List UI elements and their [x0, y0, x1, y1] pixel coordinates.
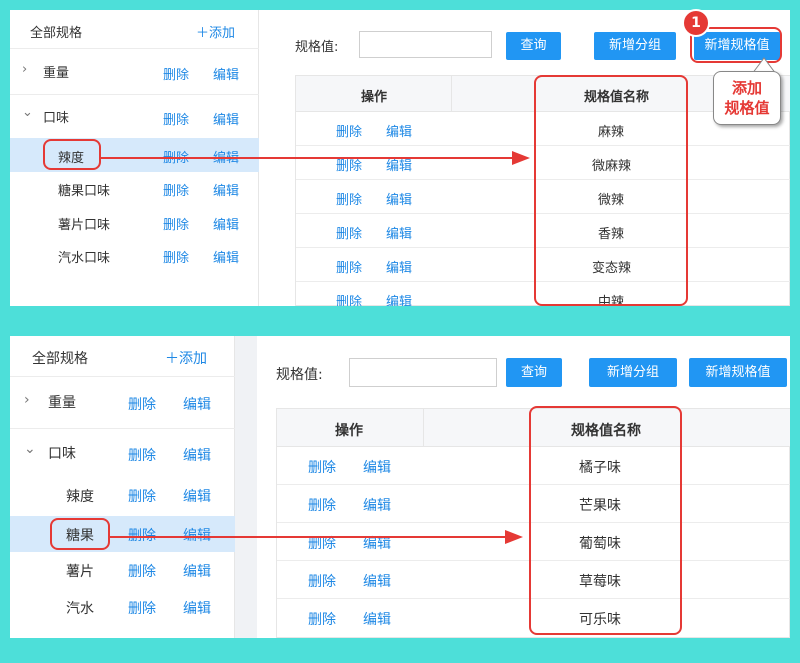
plus-icon: ＋ [165, 351, 179, 367]
row-delete-link[interactable]: 删除 [308, 495, 336, 515]
tree-label: 重量 [43, 66, 70, 81]
tree-label: 重量 [48, 395, 76, 411]
sidebar-header: 全部规格 [30, 26, 83, 41]
tree-label: 辣度 [66, 489, 94, 505]
spec-value-input[interactable] [349, 358, 497, 387]
tree-row-soda[interactable]: 汽水 删除 编辑 [10, 598, 235, 622]
query-button[interactable]: 查询 [506, 32, 561, 60]
tree-row-spicy[interactable]: 辣度 删除 编辑 [10, 486, 235, 510]
delete-link[interactable]: 删除 [128, 445, 156, 465]
tree-row-flavor[interactable]: ⌄ 口味 删除 编辑 [10, 105, 259, 129]
highlight-value-column-bottom [529, 406, 682, 635]
row-delete-link[interactable]: 删除 [336, 257, 362, 276]
delete-link[interactable]: 删除 [128, 486, 156, 506]
delete-link[interactable]: 删除 [163, 180, 189, 199]
spec-value-label: 规格值: [295, 40, 339, 55]
tree-row-candy[interactable]: 糖果口味 删除 编辑 [10, 180, 259, 202]
row-edit-link[interactable]: 编辑 [363, 571, 391, 591]
callout-line: 添加 [731, 79, 762, 97]
new-group-button[interactable]: 新增分组 [594, 32, 676, 60]
divider [10, 376, 235, 377]
add-spec-button[interactable]: ＋添加 [196, 22, 235, 41]
row-edit-link[interactable]: 编辑 [386, 257, 412, 276]
edit-link[interactable]: 编辑 [183, 598, 211, 618]
row-delete-link[interactable]: 删除 [336, 223, 362, 242]
highlight-candy-node [50, 518, 110, 550]
tree-label: 口味 [43, 111, 70, 126]
add-label: 添加 [209, 26, 236, 41]
divider [10, 94, 259, 95]
row-edit-link[interactable]: 编辑 [363, 457, 391, 477]
spec-sidebar: 全部规格 ＋添加 › 重量 删除 编辑 ⌄ 口味 删除 编辑 辣度 删除 编辑 … [10, 336, 235, 638]
delete-link[interactable]: 删除 [128, 598, 156, 618]
row-delete-link[interactable]: 删除 [336, 291, 362, 306]
edit-link[interactable]: 编辑 [213, 109, 239, 128]
row-delete-link[interactable]: 删除 [336, 121, 362, 140]
tree-row-weight[interactable]: › 重量 删除 编辑 [10, 62, 259, 84]
row-edit-link[interactable]: 编辑 [386, 291, 412, 306]
delete-link[interactable]: 删除 [128, 561, 156, 581]
row-delete-link[interactable]: 删除 [308, 571, 336, 591]
edit-link[interactable]: 编辑 [183, 486, 211, 506]
row-edit-link[interactable]: 编辑 [386, 223, 412, 242]
tree-label: 口味 [48, 446, 76, 462]
tree-row-weight[interactable]: › 重量 删除 编辑 [10, 392, 235, 416]
col-divider [423, 409, 424, 447]
row-edit-link[interactable]: 编辑 [386, 189, 412, 208]
callout-line: 规格值 [724, 99, 770, 117]
new-group-button[interactable]: 新增分组 [589, 358, 677, 387]
edit-link[interactable]: 编辑 [183, 445, 211, 465]
sidebar-header: 全部规格 [32, 351, 88, 367]
tree-row-soda[interactable]: 汽水口味 删除 编辑 [10, 247, 259, 269]
edit-link[interactable]: 编辑 [183, 561, 211, 581]
tree-row-chips[interactable]: 薯片口味 删除 编辑 [10, 214, 259, 236]
delete-link[interactable]: 删除 [128, 394, 156, 414]
divider [10, 428, 235, 429]
chevron-down-icon[interactable]: ⌄ [22, 105, 33, 120]
step-badge: 1 [682, 9, 710, 37]
tree-label: 薯片 [66, 564, 94, 580]
delete-link[interactable]: 删除 [163, 214, 189, 233]
row-delete-link[interactable]: 删除 [336, 189, 362, 208]
new-spec-value-button[interactable]: 新增规格值 [689, 358, 787, 387]
highlight-value-column-top [534, 75, 688, 306]
edit-link[interactable]: 编辑 [213, 247, 239, 266]
divider [10, 48, 259, 49]
row-edit-link[interactable]: 编辑 [363, 495, 391, 515]
delete-link[interactable]: 删除 [163, 109, 189, 128]
row-delete-link[interactable]: 删除 [308, 609, 336, 629]
col-header-ops: 操作 [361, 90, 388, 105]
row-delete-link[interactable]: 删除 [308, 457, 336, 477]
col-header-ops: 操作 [335, 423, 363, 439]
arrow-icon [109, 530, 523, 544]
col-divider [451, 76, 452, 112]
plus-icon: ＋ [196, 26, 210, 41]
delete-link[interactable]: 删除 [163, 247, 189, 266]
add-spec-button[interactable]: ＋添加 [165, 348, 207, 368]
highlight-spicy-node [43, 139, 101, 170]
add-label: 添加 [179, 351, 207, 367]
tree-label: 薯片口味 [58, 218, 111, 233]
callout-add-spec-value: 添加 规格值 [713, 71, 781, 125]
arrow-icon [100, 151, 530, 165]
chevron-right-icon[interactable]: › [24, 392, 30, 408]
chevron-down-icon[interactable]: ⌄ [24, 441, 36, 457]
edit-link[interactable]: 编辑 [213, 180, 239, 199]
row-edit-link[interactable]: 编辑 [386, 121, 412, 140]
edit-link[interactable]: 编辑 [183, 394, 211, 414]
row-edit-link[interactable]: 编辑 [363, 609, 391, 629]
chevron-right-icon[interactable]: › [22, 62, 27, 77]
edit-link[interactable]: 编辑 [213, 214, 239, 233]
tree-label: 糖果口味 [58, 184, 111, 199]
tree-label: 汽水口味 [58, 251, 111, 266]
tree-label: 汽水 [66, 601, 94, 617]
spec-value-label: 规格值: [276, 367, 323, 383]
tree-row-chips[interactable]: 薯片 删除 编辑 [10, 561, 235, 585]
tree-row-flavor[interactable]: ⌄ 口味 删除 编辑 [10, 441, 235, 467]
query-button[interactable]: 查询 [506, 358, 562, 387]
spec-value-input[interactable] [359, 31, 492, 58]
panel-gap [235, 336, 257, 638]
edit-link[interactable]: 编辑 [213, 64, 239, 83]
delete-link[interactable]: 删除 [163, 64, 189, 83]
